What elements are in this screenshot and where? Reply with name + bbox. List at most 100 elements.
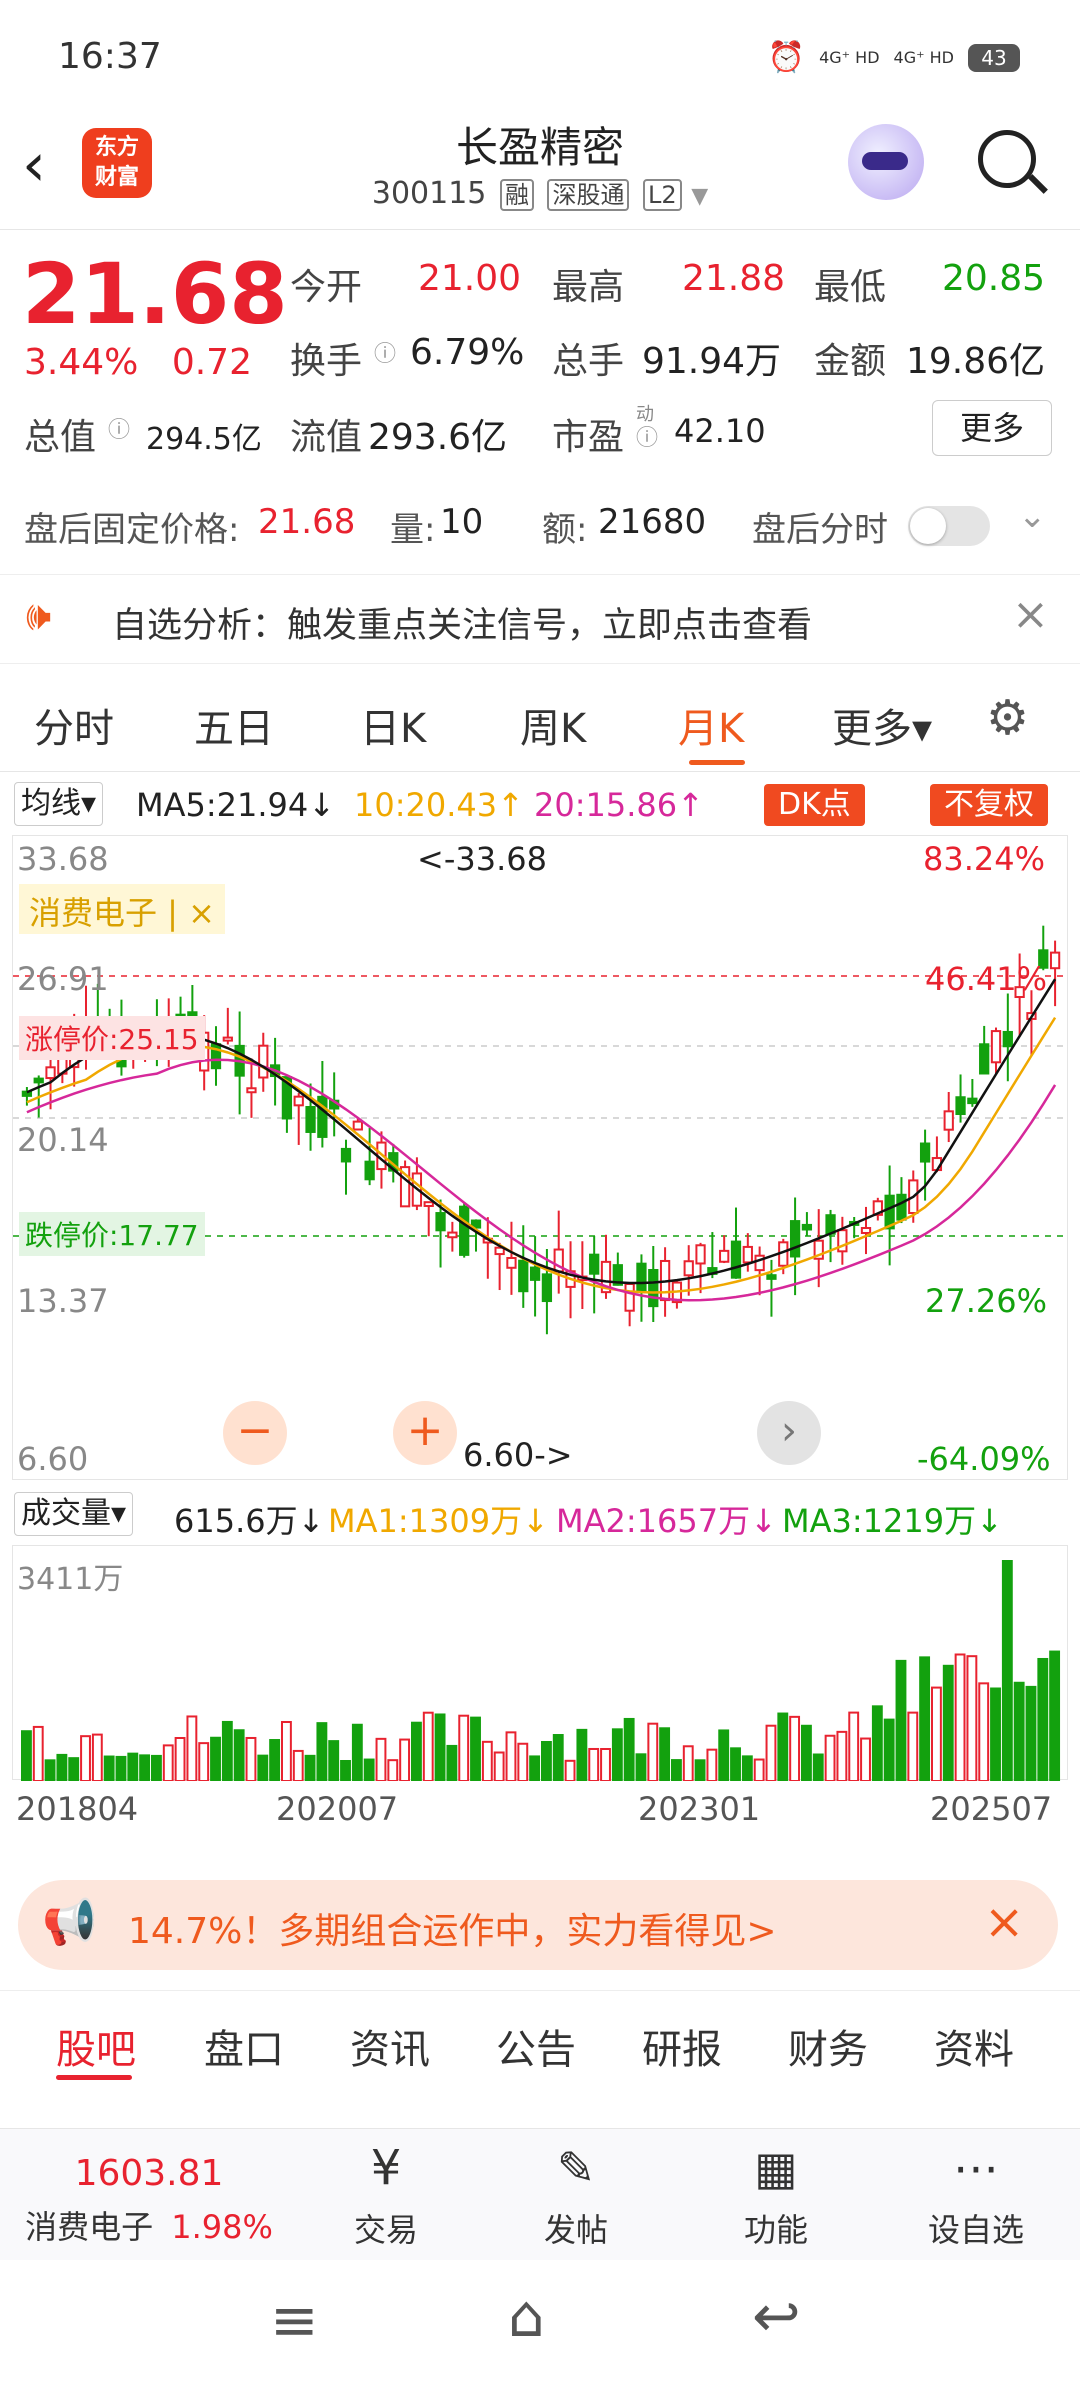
tab-research[interactable]: 研报 [642,2017,722,2075]
home-icon[interactable]: ⌂ [508,2282,545,2350]
pct-mid: 46.41% [925,960,1048,998]
x-label-1: 201804 [16,1790,139,1828]
scroll-right-button[interactable]: › [757,1401,821,1465]
no-adjust-button[interactable]: 不复权 [930,784,1048,826]
gear-icon[interactable]: ⚙ [986,690,1029,746]
add-watchlist-button[interactable]: ⋯ 设自选 [906,2141,1046,2251]
index-name: 消费电子 [25,2208,154,2246]
tab-fenshi[interactable]: 分时 [34,696,114,754]
candle-body [979,1043,990,1075]
header: ‹ 东方 财富 长盈精密 300115 融 深股通 L2 ▼ [0,110,1080,230]
trade-button[interactable]: ¥ 交易 [326,2141,446,2251]
volume-bar [895,1659,907,1782]
tab-weekly-k[interactable]: 周K [520,696,586,754]
speaker-icon: 🕪 [26,593,52,639]
volume-bar [174,1736,186,1782]
volume-bar [351,1723,363,1782]
after-vol-label: 量: [390,510,436,550]
tab-five-day[interactable]: 五日 [194,696,274,754]
info-icon-mktcap[interactable]: ⓘ [108,412,130,444]
active-tab-indicator [689,760,745,765]
notice-text: 自选分析：触发重点关注信号，立即点击查看 [112,606,813,646]
promo-close-icon[interactable]: × [984,1894,1024,1950]
volume-bar [777,1712,789,1782]
tab-daily-k[interactable]: 日K [360,696,426,754]
menu-icon[interactable]: ≡ [270,2286,319,2354]
tab-pankou[interactable]: 盘口 [204,2017,284,2075]
volume-bar [611,1728,623,1782]
volume-bar [103,1755,115,1783]
tab-finance[interactable]: 财务 [788,2017,868,2075]
candle-body [258,1044,269,1079]
promo-banner[interactable]: 📢 14.7%！多期组合运作中，实力看得见> × [18,1880,1058,1970]
volume-value: 615.6万↓ [174,1502,325,1540]
volume-bar [470,1716,481,1782]
float-label: 流值 [290,417,363,458]
tab-news[interactable]: 资讯 [350,2017,430,2075]
index-widget[interactable]: 1603.81 消费电子 1.98% [14,2153,284,2248]
volume-selector[interactable]: 成交量▾ [14,1492,134,1536]
volume-bar [718,1729,730,1782]
volume-bar [269,1739,281,1783]
candle-body [589,1253,600,1275]
candle-body [33,1077,44,1084]
volume-bar [730,1747,741,1782]
functions-button[interactable]: ▦ 功能 [716,2141,836,2251]
candle-body [801,1223,813,1231]
kline-chart[interactable]: 33.68 26.91 20.14 13.37 6.60 <-33.68 6.6… [12,835,1069,1480]
tab-profile[interactable]: 资料 [934,2017,1014,2075]
dk-point-button[interactable]: DK点 [764,784,865,826]
back-nav-icon[interactable]: ↩ [752,2282,801,2350]
high-value: 21.88 [682,258,786,299]
candle-body [730,1240,742,1279]
tab-monthly-k[interactable]: 月K [678,696,744,754]
ma-selector[interactable]: 均线▾ [14,782,104,826]
ma20-value: 20:15.86↑ [534,786,704,824]
volume-bar [588,1747,600,1783]
tag-level2: L2 [643,179,682,211]
pe-value: 42.10 [674,412,766,450]
search-icon[interactable] [978,130,1036,188]
tab-announcements[interactable]: 公告 [496,2017,576,2075]
tag-margin: 融 [499,179,534,211]
caret-down-icon[interactable]: ▼ [691,184,708,209]
info-icon-turnover[interactable]: ⓘ [374,336,396,368]
volume-bar [363,1758,375,1782]
volume-bar [21,1730,32,1783]
volume-bar [458,1714,470,1782]
mktcap-value: 294.5亿 [146,422,262,457]
info-icon-pe[interactable]: ⓘ [636,420,658,452]
candle-body [1049,951,1061,970]
open-value: 21.00 [418,258,522,299]
volume-bar [600,1747,611,1782]
after-fenshi-toggle[interactable] [908,506,990,546]
volume-bar [328,1740,340,1782]
volume-bar [375,1737,387,1782]
volume-bar [151,1754,162,1783]
volume-bar [517,1742,529,1783]
stock-code: 300115 [371,176,487,211]
volume-bar [647,1722,659,1783]
volume-bar [221,1720,233,1782]
grid-icon: ▦ [754,2141,798,2195]
volume-bar [919,1656,931,1782]
y-label-4: 13.37 [17,1282,109,1320]
volume-bar [91,1733,103,1782]
tab-guba[interactable]: 股吧 [56,2017,136,2075]
volume-bar [954,1653,966,1782]
volume-bar [281,1720,292,1783]
sector-tag[interactable]: 消费电子 | × [19,884,225,934]
chevron-down-icon[interactable]: ⌄ [1018,496,1047,536]
close-icon[interactable]: × [1012,589,1049,640]
post-button[interactable]: ✎ 发帖 [516,2141,636,2251]
volume-bar [210,1736,221,1782]
volume-bar [789,1715,801,1782]
tab-more[interactable]: 更多▾ [832,696,932,754]
more-button[interactable]: 更多 [932,400,1052,456]
volume-chart[interactable]: 3411万 [12,1545,1068,1783]
zoom-out-button[interactable]: − [223,1401,287,1465]
assistant-robot-icon[interactable] [848,124,924,200]
analysis-notice[interactable]: 🕪 自选分析：触发重点关注信号，立即点击查看 × [0,574,1080,664]
zoom-in-button[interactable]: + [393,1401,457,1465]
pct-low: 27.26% [925,1282,1048,1320]
